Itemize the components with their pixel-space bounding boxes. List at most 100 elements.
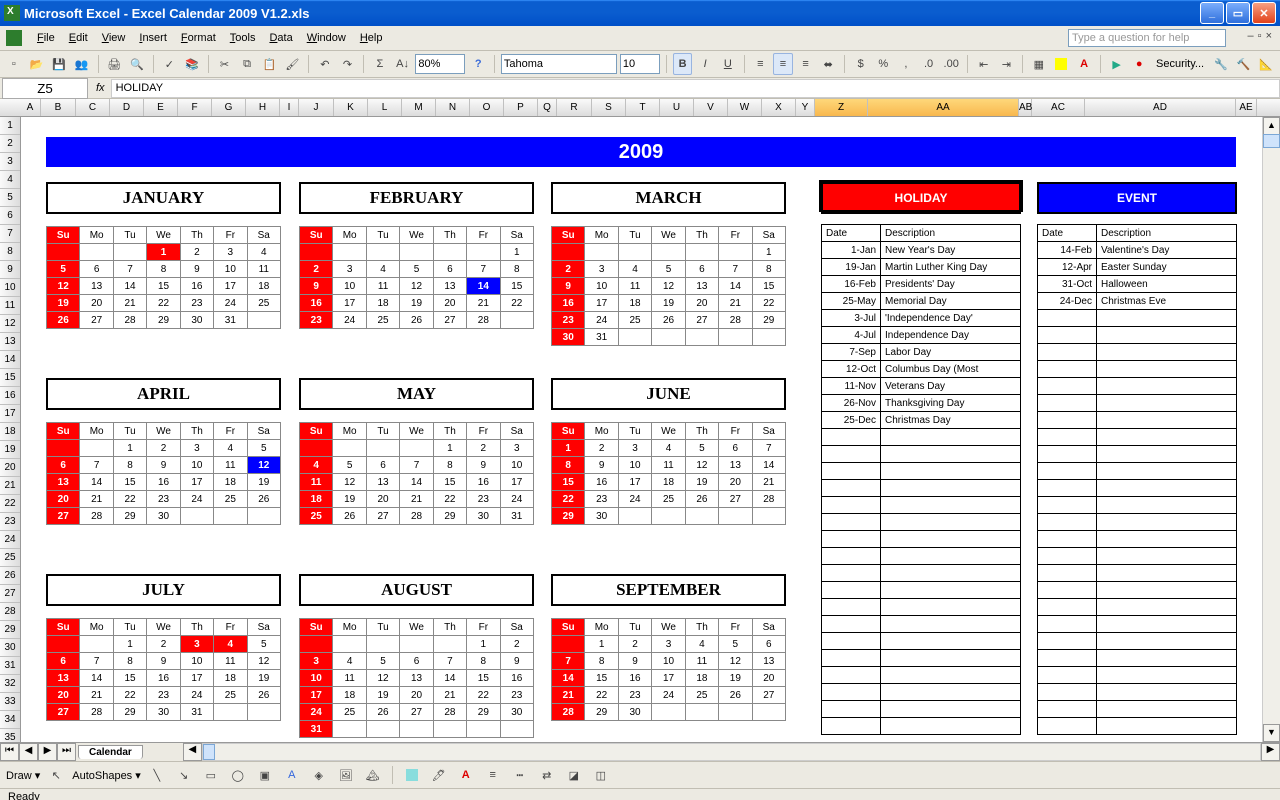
desc-cell[interactable]: New Year's Day xyxy=(881,242,1021,259)
day-cell[interactable]: 15 xyxy=(433,474,466,491)
align-right-icon[interactable]: ≡ xyxy=(796,53,816,75)
day-cell[interactable] xyxy=(80,636,113,653)
doc-minimize-button[interactable]: – xyxy=(1248,30,1254,42)
day-cell[interactable]: 17 xyxy=(180,474,213,491)
bold-button[interactable]: B xyxy=(673,53,693,75)
day-cell[interactable]: 15 xyxy=(113,670,146,687)
day-cell[interactable]: 24 xyxy=(618,491,651,508)
day-cell[interactable]: 2 xyxy=(147,440,180,457)
date-cell[interactable]: 12-Oct xyxy=(822,361,881,378)
day-cell[interactable]: 16 xyxy=(618,670,651,687)
day-cell[interactable]: 28 xyxy=(552,704,585,721)
desc-cell[interactable]: Easter Sunday xyxy=(1097,259,1237,276)
day-cell[interactable]: 19 xyxy=(719,670,752,687)
day-cell[interactable]: 4 xyxy=(652,440,685,457)
day-cell[interactable]: 17 xyxy=(652,670,685,687)
day-cell[interactable] xyxy=(400,636,433,653)
day-cell[interactable]: 25 xyxy=(214,491,247,508)
day-cell[interactable]: 9 xyxy=(147,653,180,670)
help-search-input[interactable] xyxy=(1068,29,1226,47)
merge-center-icon[interactable]: ⬌ xyxy=(818,53,838,75)
day-cell[interactable] xyxy=(652,704,685,721)
day-cell[interactable]: 3 xyxy=(500,440,533,457)
day-cell[interactable]: 5 xyxy=(247,440,280,457)
day-cell[interactable]: 10 xyxy=(333,278,366,295)
day-cell[interactable]: 27 xyxy=(47,508,80,525)
day-cell[interactable] xyxy=(500,312,533,329)
vb-editor-icon[interactable]: 🔧 xyxy=(1211,53,1231,75)
day-cell[interactable] xyxy=(433,721,466,738)
day-cell[interactable]: 27 xyxy=(752,687,785,704)
day-cell[interactable]: 13 xyxy=(47,474,80,491)
day-cell[interactable]: 27 xyxy=(685,312,718,329)
day-cell[interactable]: 5 xyxy=(333,457,366,474)
row-header-15[interactable]: 15 xyxy=(0,369,20,387)
day-cell[interactable]: 15 xyxy=(552,474,585,491)
day-cell[interactable]: 14 xyxy=(113,278,146,295)
day-cell[interactable] xyxy=(247,312,280,329)
day-cell[interactable]: 7 xyxy=(113,261,146,278)
tab-first-icon[interactable]: ⏮ xyxy=(0,743,19,761)
day-cell[interactable] xyxy=(618,244,651,261)
day-cell[interactable]: 11 xyxy=(366,278,399,295)
day-cell[interactable]: 8 xyxy=(500,261,533,278)
day-cell[interactable]: 4 xyxy=(300,457,333,474)
day-cell[interactable] xyxy=(500,721,533,738)
desc-cell[interactable]: Martin Luther King Day xyxy=(881,259,1021,276)
day-cell[interactable]: 24 xyxy=(300,704,333,721)
day-cell[interactable]: 26 xyxy=(652,312,685,329)
menu-help[interactable]: Help xyxy=(353,30,390,46)
day-cell[interactable]: 3 xyxy=(180,440,213,457)
shadow-icon[interactable]: ◪ xyxy=(563,764,585,786)
day-cell[interactable]: 12 xyxy=(652,278,685,295)
col-header-C[interactable]: C xyxy=(76,99,110,116)
date-cell[interactable]: 26-Nov xyxy=(822,395,881,412)
day-cell[interactable]: 17 xyxy=(618,474,651,491)
day-cell[interactable]: 4 xyxy=(333,653,366,670)
day-cell[interactable]: 11 xyxy=(214,653,247,670)
date-cell[interactable]: 25-May xyxy=(822,293,881,310)
day-cell[interactable] xyxy=(618,508,651,525)
align-left-icon[interactable]: ≡ xyxy=(751,53,771,75)
textbox-icon[interactable]: ▣ xyxy=(254,764,276,786)
desc-cell[interactable]: Valentine's Day xyxy=(1097,242,1237,259)
day-cell[interactable]: 20 xyxy=(719,474,752,491)
day-cell[interactable]: 31 xyxy=(300,721,333,738)
day-cell[interactable] xyxy=(752,329,785,346)
col-header-R[interactable]: R xyxy=(557,99,592,116)
day-cell[interactable]: 30 xyxy=(467,508,500,525)
day-cell[interactable]: 23 xyxy=(147,687,180,704)
day-cell[interactable]: 31 xyxy=(500,508,533,525)
day-cell[interactable]: 19 xyxy=(685,474,718,491)
row-header-33[interactable]: 33 xyxy=(0,693,20,711)
day-cell[interactable] xyxy=(366,721,399,738)
col-header-D[interactable]: D xyxy=(110,99,144,116)
day-cell[interactable]: 3 xyxy=(300,653,333,670)
day-cell[interactable]: 30 xyxy=(618,704,651,721)
name-box[interactable] xyxy=(2,78,88,99)
day-cell[interactable]: 26 xyxy=(366,704,399,721)
day-cell[interactable]: 21 xyxy=(80,687,113,704)
day-cell[interactable]: 7 xyxy=(552,653,585,670)
day-cell[interactable]: 14 xyxy=(552,670,585,687)
day-cell[interactable]: 9 xyxy=(618,653,651,670)
record-macro-icon[interactable]: ● xyxy=(1129,53,1149,75)
row-header-31[interactable]: 31 xyxy=(0,657,20,675)
col-header-F[interactable]: F xyxy=(178,99,212,116)
close-button[interactable]: ✕ xyxy=(1252,2,1276,24)
day-cell[interactable]: 23 xyxy=(147,491,180,508)
row-header-27[interactable]: 27 xyxy=(0,585,20,603)
day-cell[interactable] xyxy=(685,329,718,346)
day-cell[interactable]: 28 xyxy=(80,508,113,525)
day-cell[interactable] xyxy=(685,244,718,261)
day-cell[interactable]: 1 xyxy=(113,636,146,653)
day-cell[interactable] xyxy=(333,636,366,653)
row-header-22[interactable]: 22 xyxy=(0,495,20,513)
day-cell[interactable]: 26 xyxy=(247,687,280,704)
day-cell[interactable]: 15 xyxy=(752,278,785,295)
day-cell[interactable]: 11 xyxy=(333,670,366,687)
day-cell[interactable]: 30 xyxy=(147,704,180,721)
col-header-H[interactable]: H xyxy=(246,99,280,116)
copy-icon[interactable]: ⧉ xyxy=(237,53,257,75)
day-cell[interactable]: 12 xyxy=(366,670,399,687)
